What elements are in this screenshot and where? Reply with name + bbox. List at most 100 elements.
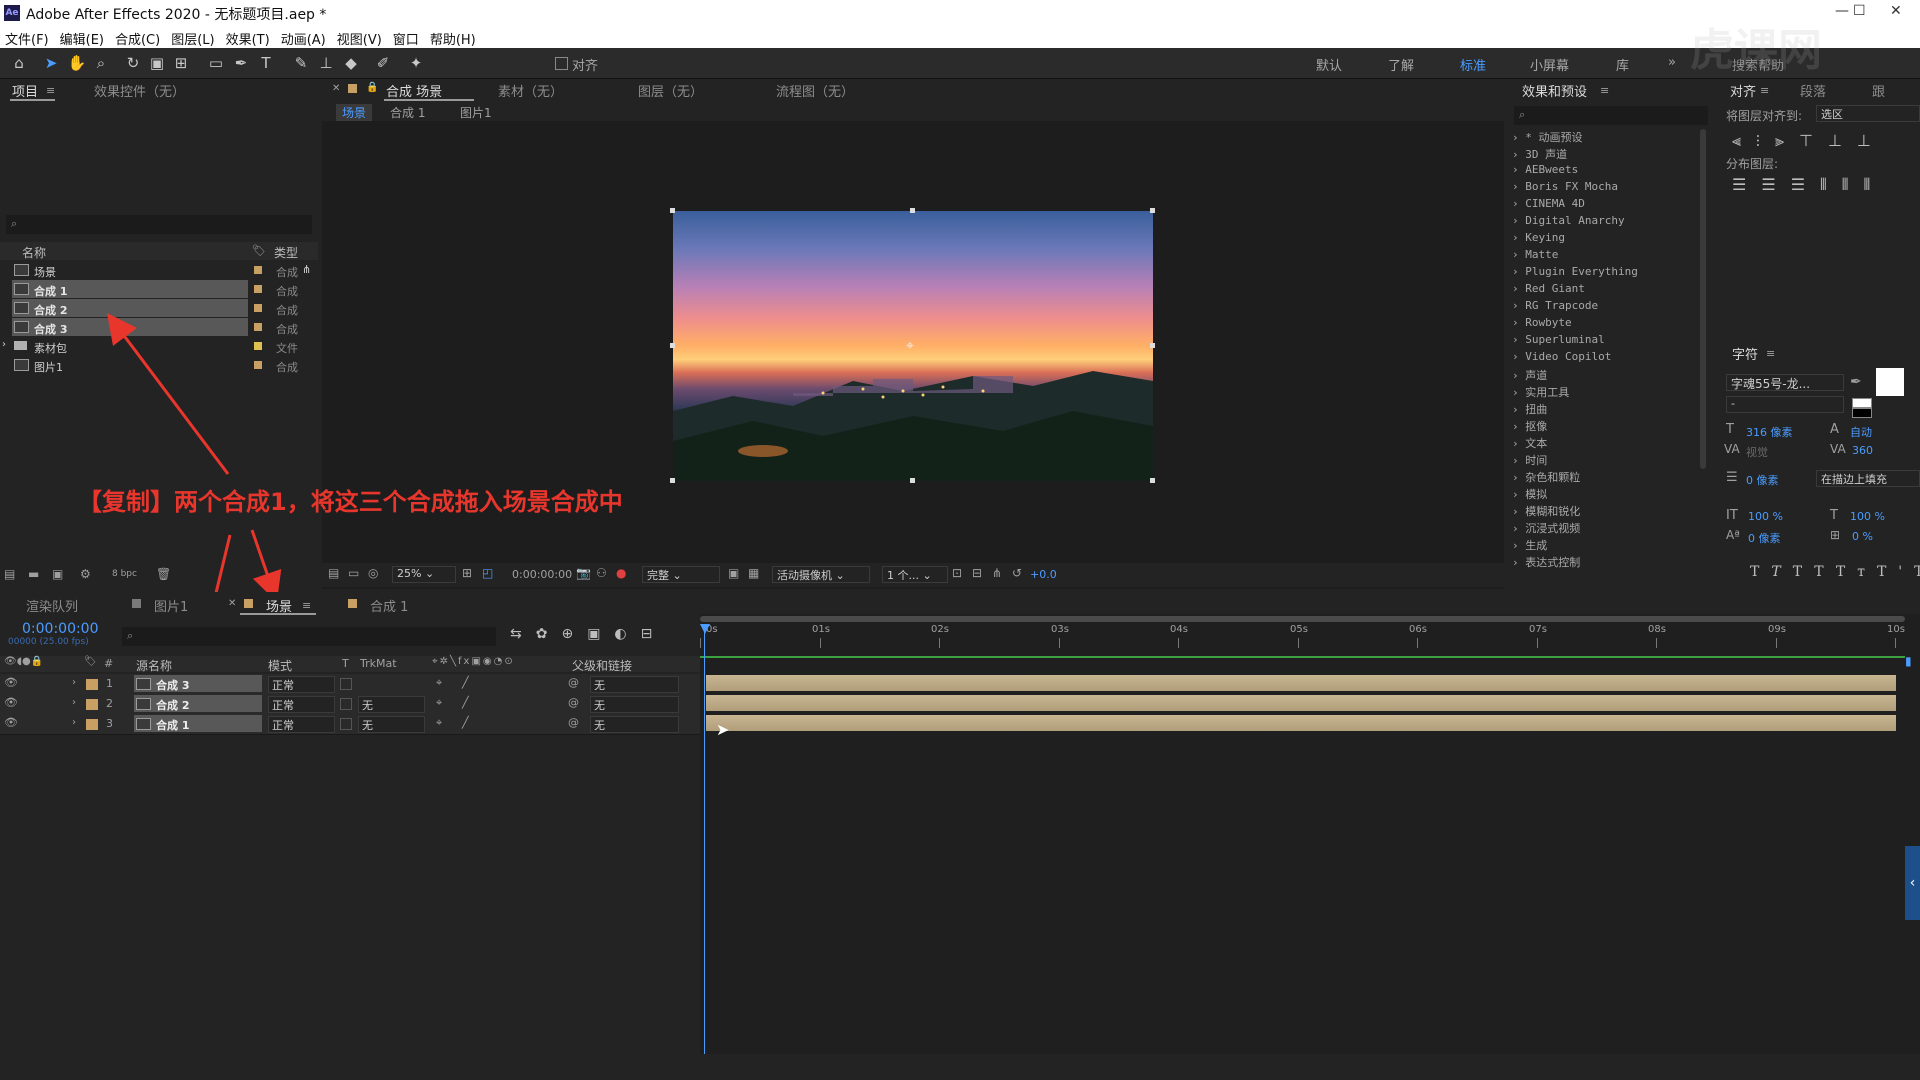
expand-arrow-icon[interactable]: ›	[1512, 488, 1525, 501]
maximize-icon[interactable]: ☐	[1853, 3, 1866, 19]
effects-category-item[interactable]: › 扭曲	[1512, 401, 1702, 418]
project-item[interactable]: 场景 合成 ⋔	[0, 261, 318, 280]
resolution-dropdown[interactable]: 完整 ⌄	[642, 566, 720, 583]
expand-arrow-icon[interactable]: ›	[1512, 505, 1525, 518]
pick-whip-icon[interactable]: @	[568, 716, 579, 729]
work-area-bar[interactable]	[700, 616, 1905, 622]
interpret-footage-icon[interactable]: ▤	[4, 567, 15, 581]
effects-category-item[interactable]: › 模糊和锐化	[1512, 503, 1702, 520]
layer-label-swatch[interactable]	[86, 699, 98, 710]
transform-handle[interactable]	[910, 478, 915, 483]
new-comp-icon[interactable]: ▣	[52, 567, 63, 581]
transform-handle[interactable]	[1150, 343, 1155, 348]
time-ruler[interactable]: 0s 01s 02s 03s 04s 05s 06s 07s 08s 09s 10s	[700, 624, 1905, 652]
leading-value[interactable]: 自动	[1850, 424, 1872, 440]
tab-effect-controls[interactable]: 效果控件（无）	[94, 81, 185, 100]
expand-arrow-icon[interactable]: ›	[72, 697, 76, 708]
quality-switch-icon[interactable]: ╱	[462, 716, 469, 729]
transform-handle[interactable]	[670, 478, 675, 483]
effects-category-item[interactable]: › Red Giant	[1512, 282, 1702, 299]
camera-dropdown[interactable]: 活动摄像机 ⌄	[772, 566, 870, 583]
label-swatch[interactable]	[254, 361, 262, 369]
monitor-icon[interactable]: ▭	[348, 566, 359, 580]
timeline-icon[interactable]: ⊟	[972, 566, 982, 580]
effects-category-item[interactable]: › 声道	[1512, 367, 1702, 384]
rotate-tool-icon[interactable]: ↻	[122, 52, 144, 74]
label-column-icon[interactable]: 🏷	[84, 656, 97, 667]
layer-duration-bar[interactable]	[706, 715, 1896, 731]
flowchart-icon[interactable]: ⋔	[302, 263, 311, 276]
effects-category-item[interactable]: › * 动画预设	[1512, 129, 1702, 146]
effects-category-item[interactable]: › Keying	[1512, 231, 1702, 248]
quality-switch-icon[interactable]: ╱	[462, 676, 469, 689]
expand-arrow-icon[interactable]: ›	[72, 677, 76, 688]
column-t[interactable]: T	[342, 657, 349, 670]
camera-tool-icon[interactable]: ▣	[146, 52, 168, 74]
effects-category-item[interactable]: › 抠像	[1512, 418, 1702, 435]
snapshot-icon[interactable]: 📷	[576, 566, 591, 580]
transform-handle[interactable]	[670, 208, 675, 213]
panel-menu-icon[interactable]: ≡	[1600, 84, 1609, 97]
expand-arrow-icon[interactable]: ›	[1512, 148, 1525, 161]
work-area-end-icon[interactable]: ▮	[1905, 654, 1912, 668]
panel-menu-icon[interactable]: ≡	[46, 84, 55, 97]
project-settings-icon[interactable]: ⚙	[80, 567, 91, 581]
hand-tool-icon[interactable]: ✋	[66, 52, 88, 74]
effects-category-item[interactable]: › 沉浸式视频	[1512, 520, 1702, 537]
expand-arrow-icon[interactable]: ›	[1512, 265, 1525, 278]
grid-icon[interactable]: ⊞	[462, 566, 472, 580]
transparency-grid-icon[interactable]: ▦	[748, 566, 759, 580]
eraser-tool-icon[interactable]: ◆	[340, 52, 362, 74]
expand-arrow-icon[interactable]: ›	[1512, 522, 1525, 535]
white-swatch[interactable]	[1852, 398, 1872, 408]
clone-stamp-tool-icon[interactable]: ⊥	[315, 52, 337, 74]
anchor-point-icon[interactable]: ⌖	[906, 338, 914, 354]
effects-category-item[interactable]: › AEBweets	[1512, 163, 1702, 180]
playhead-line[interactable]	[704, 624, 705, 1054]
pick-whip-icon[interactable]: @	[568, 676, 579, 689]
preserve-transparency-checkbox[interactable]	[340, 678, 352, 690]
workspace-learn[interactable]: 了解	[1388, 55, 1414, 74]
column-name[interactable]: 名称	[22, 244, 46, 261]
panel-menu-icon[interactable]: ≡	[1760, 84, 1769, 97]
font-style-dropdown[interactable]: -	[1726, 396, 1844, 413]
switches-header-icons[interactable]: ⌖✲╲fx▣◉◔⊙	[432, 656, 515, 667]
effects-category-item[interactable]: › Video Copilot	[1512, 350, 1702, 367]
menu-layer[interactable]: 图层(L)	[166, 26, 220, 48]
effects-category-item[interactable]: › 文本	[1512, 435, 1702, 452]
font-family-dropdown[interactable]: 字魂55号-龙...	[1726, 374, 1844, 391]
mask-view-icon[interactable]: ◎	[368, 566, 378, 580]
expand-arrow-icon[interactable]: ›	[1512, 316, 1525, 329]
zoom-dropdown[interactable]: 25% ⌄	[392, 566, 456, 583]
expand-arrow-icon[interactable]: ›	[1512, 248, 1525, 261]
expand-arrow-icon[interactable]: ›	[1512, 282, 1525, 295]
parent-dropdown[interactable]: 无	[590, 696, 679, 713]
delete-icon[interactable]: 🗑	[156, 567, 171, 581]
region-of-interest-icon[interactable]: ◰	[482, 566, 493, 580]
type-tool-icon[interactable]: T	[255, 52, 277, 74]
stroke-width-value[interactable]: 0 像素	[1746, 472, 1779, 488]
blend-mode-dropdown[interactable]: 正常	[268, 716, 335, 733]
visibility-eye-icon[interactable]: 👁	[4, 716, 18, 729]
blend-mode-dropdown[interactable]: 正常	[268, 696, 335, 713]
lock-icon[interactable]: 🔒	[366, 82, 378, 93]
trkmat-dropdown[interactable]: 无	[358, 716, 425, 733]
effects-category-item[interactable]: › 表达式控制	[1512, 554, 1702, 571]
label-swatch[interactable]	[254, 323, 262, 331]
label-column-icon[interactable]: 🏷	[252, 244, 266, 257]
roto-brush-tool-icon[interactable]: ✐	[372, 52, 394, 74]
rectangle-tool-icon[interactable]: ▭	[205, 52, 227, 74]
kerning-value[interactable]: 视觉	[1746, 444, 1768, 460]
expand-arrow-icon[interactable]: ›	[1512, 420, 1525, 433]
align-buttons-row[interactable]: ⫷⫶⫸⊤⊥⊥	[1732, 131, 1886, 151]
minimize-icon[interactable]: —	[1835, 3, 1849, 19]
expand-arrow-icon[interactable]: ›	[2, 339, 6, 350]
menu-effect[interactable]: 效果(T)	[221, 26, 276, 48]
tab-footage[interactable]: 素材（无）	[498, 81, 563, 100]
text-style-buttons[interactable]: TTTTTᴛT'T,	[1750, 564, 1920, 580]
effects-category-item[interactable]: › Digital Anarchy	[1512, 214, 1702, 231]
effects-category-item[interactable]: › Boris FX Mocha	[1512, 180, 1702, 197]
project-search-input[interactable]: ⌕	[6, 215, 312, 234]
tab-paragraph[interactable]: 段落	[1800, 81, 1826, 100]
workspace-libraries[interactable]: 库	[1616, 55, 1629, 74]
